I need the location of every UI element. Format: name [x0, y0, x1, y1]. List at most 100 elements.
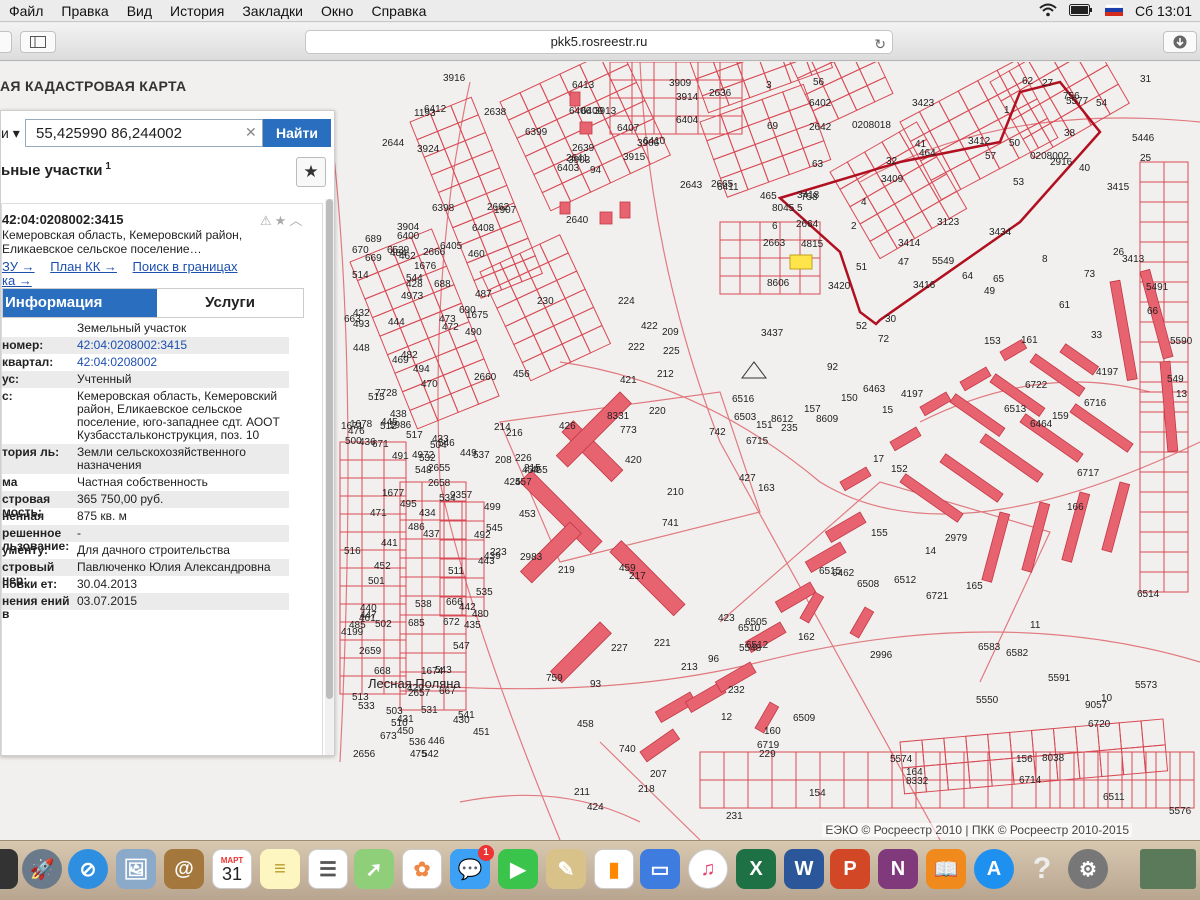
parcel-label: 47 — [898, 257, 910, 268]
parcel-label: 6463 — [863, 384, 886, 395]
sidebar-toggle-button[interactable] — [20, 31, 56, 53]
parcel-label: 426 — [559, 421, 576, 432]
parcel-label: 54 — [1096, 98, 1108, 109]
parcel-label: 431 — [397, 714, 414, 725]
menu-view[interactable]: Вид — [118, 3, 161, 19]
clock[interactable]: Сб 13:01 — [1135, 3, 1192, 19]
parcel-label: 6515 — [819, 566, 842, 577]
link-search-within[interactable]: Поиск в границах — [133, 259, 238, 274]
notes-icon[interactable]: ≡ — [260, 849, 300, 889]
chevron-up-icon[interactable]: ︿ — [289, 213, 305, 228]
parcel-label: 53 — [1013, 177, 1025, 188]
parcel-label: 6403 — [557, 163, 580, 174]
menu-file[interactable]: Файл — [0, 3, 52, 19]
parcel-label: 434 — [419, 508, 436, 519]
parcel-label: 163 — [758, 483, 775, 494]
parcel-label: 62 — [1022, 76, 1034, 87]
tab-services[interactable]: Услуги — [157, 289, 303, 317]
tab-info[interactable]: Информация — [3, 289, 157, 317]
parcel-label: 221 — [654, 638, 671, 649]
maps-icon[interactable]: ➚ — [354, 849, 394, 889]
find-button[interactable]: Найти — [263, 119, 331, 147]
system-preferences-icon[interactable]: ⚙ — [1068, 849, 1108, 889]
parcel-card: 42:04:0208002:3415 ⚠★︿ Кемеровская облас… — [1, 203, 323, 755]
link-plan-kk[interactable]: План КК → — [50, 259, 117, 274]
address-bar[interactable]: pkk5.rosreestr.ru ↻ — [305, 30, 893, 54]
wifi-icon[interactable] — [1039, 3, 1057, 20]
menu-window[interactable]: Окно — [312, 3, 363, 19]
downloads-button[interactable] — [1163, 31, 1197, 53]
menu-history[interactable]: История — [161, 3, 233, 19]
warning-icon[interactable]: ⚠ — [260, 213, 275, 228]
word-icon[interactable]: W — [784, 849, 824, 889]
info-row-link[interactable]: 42:04:0208002 — [77, 354, 289, 371]
parcel-label: 8606 — [767, 278, 790, 289]
parcel-label: 6583 — [978, 642, 1001, 653]
photos-icon[interactable]: ✿ — [402, 849, 442, 889]
parcel-label: 672 — [443, 617, 460, 628]
keynote-icon[interactable]: ▭ — [640, 849, 680, 889]
menu-bookmarks[interactable]: Закладки — [233, 3, 312, 19]
numbers-icon[interactable]: ▮ — [594, 849, 634, 889]
parcel-label: 6582 — [1006, 648, 1029, 659]
onenote-icon[interactable]: N — [878, 849, 918, 889]
parcel-label: 3412 — [968, 136, 991, 147]
parcel-label: 531 — [421, 705, 438, 716]
reminders-icon[interactable]: ☰ — [308, 849, 348, 889]
selected-parcel[interactable] — [789, 254, 813, 270]
parcel-label: 440 — [360, 603, 377, 614]
menu-edit[interactable]: Правка — [52, 3, 117, 19]
info-row-link[interactable]: 42:04:0208002:3415 — [77, 337, 289, 354]
contacts-icon[interactable]: @ — [164, 849, 204, 889]
parcel-label: 427 — [739, 473, 756, 484]
building-footprint — [849, 606, 875, 639]
calendar-day: 31 — [221, 863, 243, 884]
preview-icon[interactable]: 🖼 — [116, 849, 156, 889]
parcel-label: 689 — [365, 234, 382, 245]
messages-icon[interactable]: 💬 1 — [450, 845, 494, 889]
back-button[interactable] — [0, 31, 12, 53]
ibooks-icon[interactable]: 📖 — [926, 849, 966, 889]
battery-icon[interactable] — [1068, 3, 1093, 19]
powerpoint-icon[interactable]: P — [830, 849, 870, 889]
appstore-icon[interactable]: A — [974, 849, 1014, 889]
parcel-label: 452 — [374, 561, 391, 572]
pages-icon[interactable]: ✎ — [546, 849, 586, 889]
parcel-label: 420 — [625, 455, 642, 466]
info-row: нения ений в 03.07.2015 — [2, 593, 289, 621]
scrollbar-thumb[interactable] — [326, 199, 333, 699]
cadastral-number-title: 42:04:0208002:3415 — [2, 212, 124, 227]
search-input[interactable] — [25, 119, 263, 147]
link-zu[interactable]: ЗУ → — [2, 259, 35, 274]
minimized-window-icon[interactable] — [1140, 849, 1196, 889]
parcel-label: 6413 — [572, 80, 595, 91]
itunes-icon[interactable]: ♫ — [688, 849, 728, 889]
parcel-label: 446 — [428, 736, 445, 747]
parcel-label: 6715 — [746, 436, 769, 447]
favorite-button[interactable]: ★ — [296, 157, 326, 187]
building-footprint — [899, 473, 964, 523]
parcel-label: 212 — [657, 369, 674, 380]
info-row-key: квартал: — [2, 356, 54, 369]
link-more[interactable]: ка → — [2, 273, 32, 288]
reload-icon[interactable]: ↻ — [874, 33, 886, 55]
parcel-label: 5590 — [1170, 336, 1193, 347]
building-footprint — [1109, 279, 1138, 381]
star-icon[interactable]: ★ — [275, 213, 290, 228]
flag-ru-icon[interactable] — [1104, 3, 1124, 19]
clear-icon[interactable]: ✕ — [245, 124, 257, 141]
parcel-label: 469 — [392, 355, 409, 366]
question-icon[interactable]: ? — [1022, 849, 1062, 889]
calendar-icon[interactable]: МАРТ 31 — [212, 849, 252, 889]
parcel-label: 222 — [628, 342, 645, 353]
parcel-label: 6722 — [1025, 380, 1048, 391]
menu-help[interactable]: Справка — [362, 3, 435, 19]
parcel-label: 231 — [726, 811, 743, 822]
safari-icon[interactable]: ⊘ — [68, 849, 108, 889]
info-row-value: 875 кв. м — [77, 509, 127, 523]
launchpad-icon[interactable]: 🚀 — [22, 849, 62, 889]
facetime-icon[interactable]: ▶ — [498, 849, 538, 889]
dock-app-partial[interactable] — [0, 849, 18, 889]
search-scope-dropdown[interactable]: и ▾ — [1, 119, 25, 147]
excel-icon[interactable]: X — [736, 849, 776, 889]
